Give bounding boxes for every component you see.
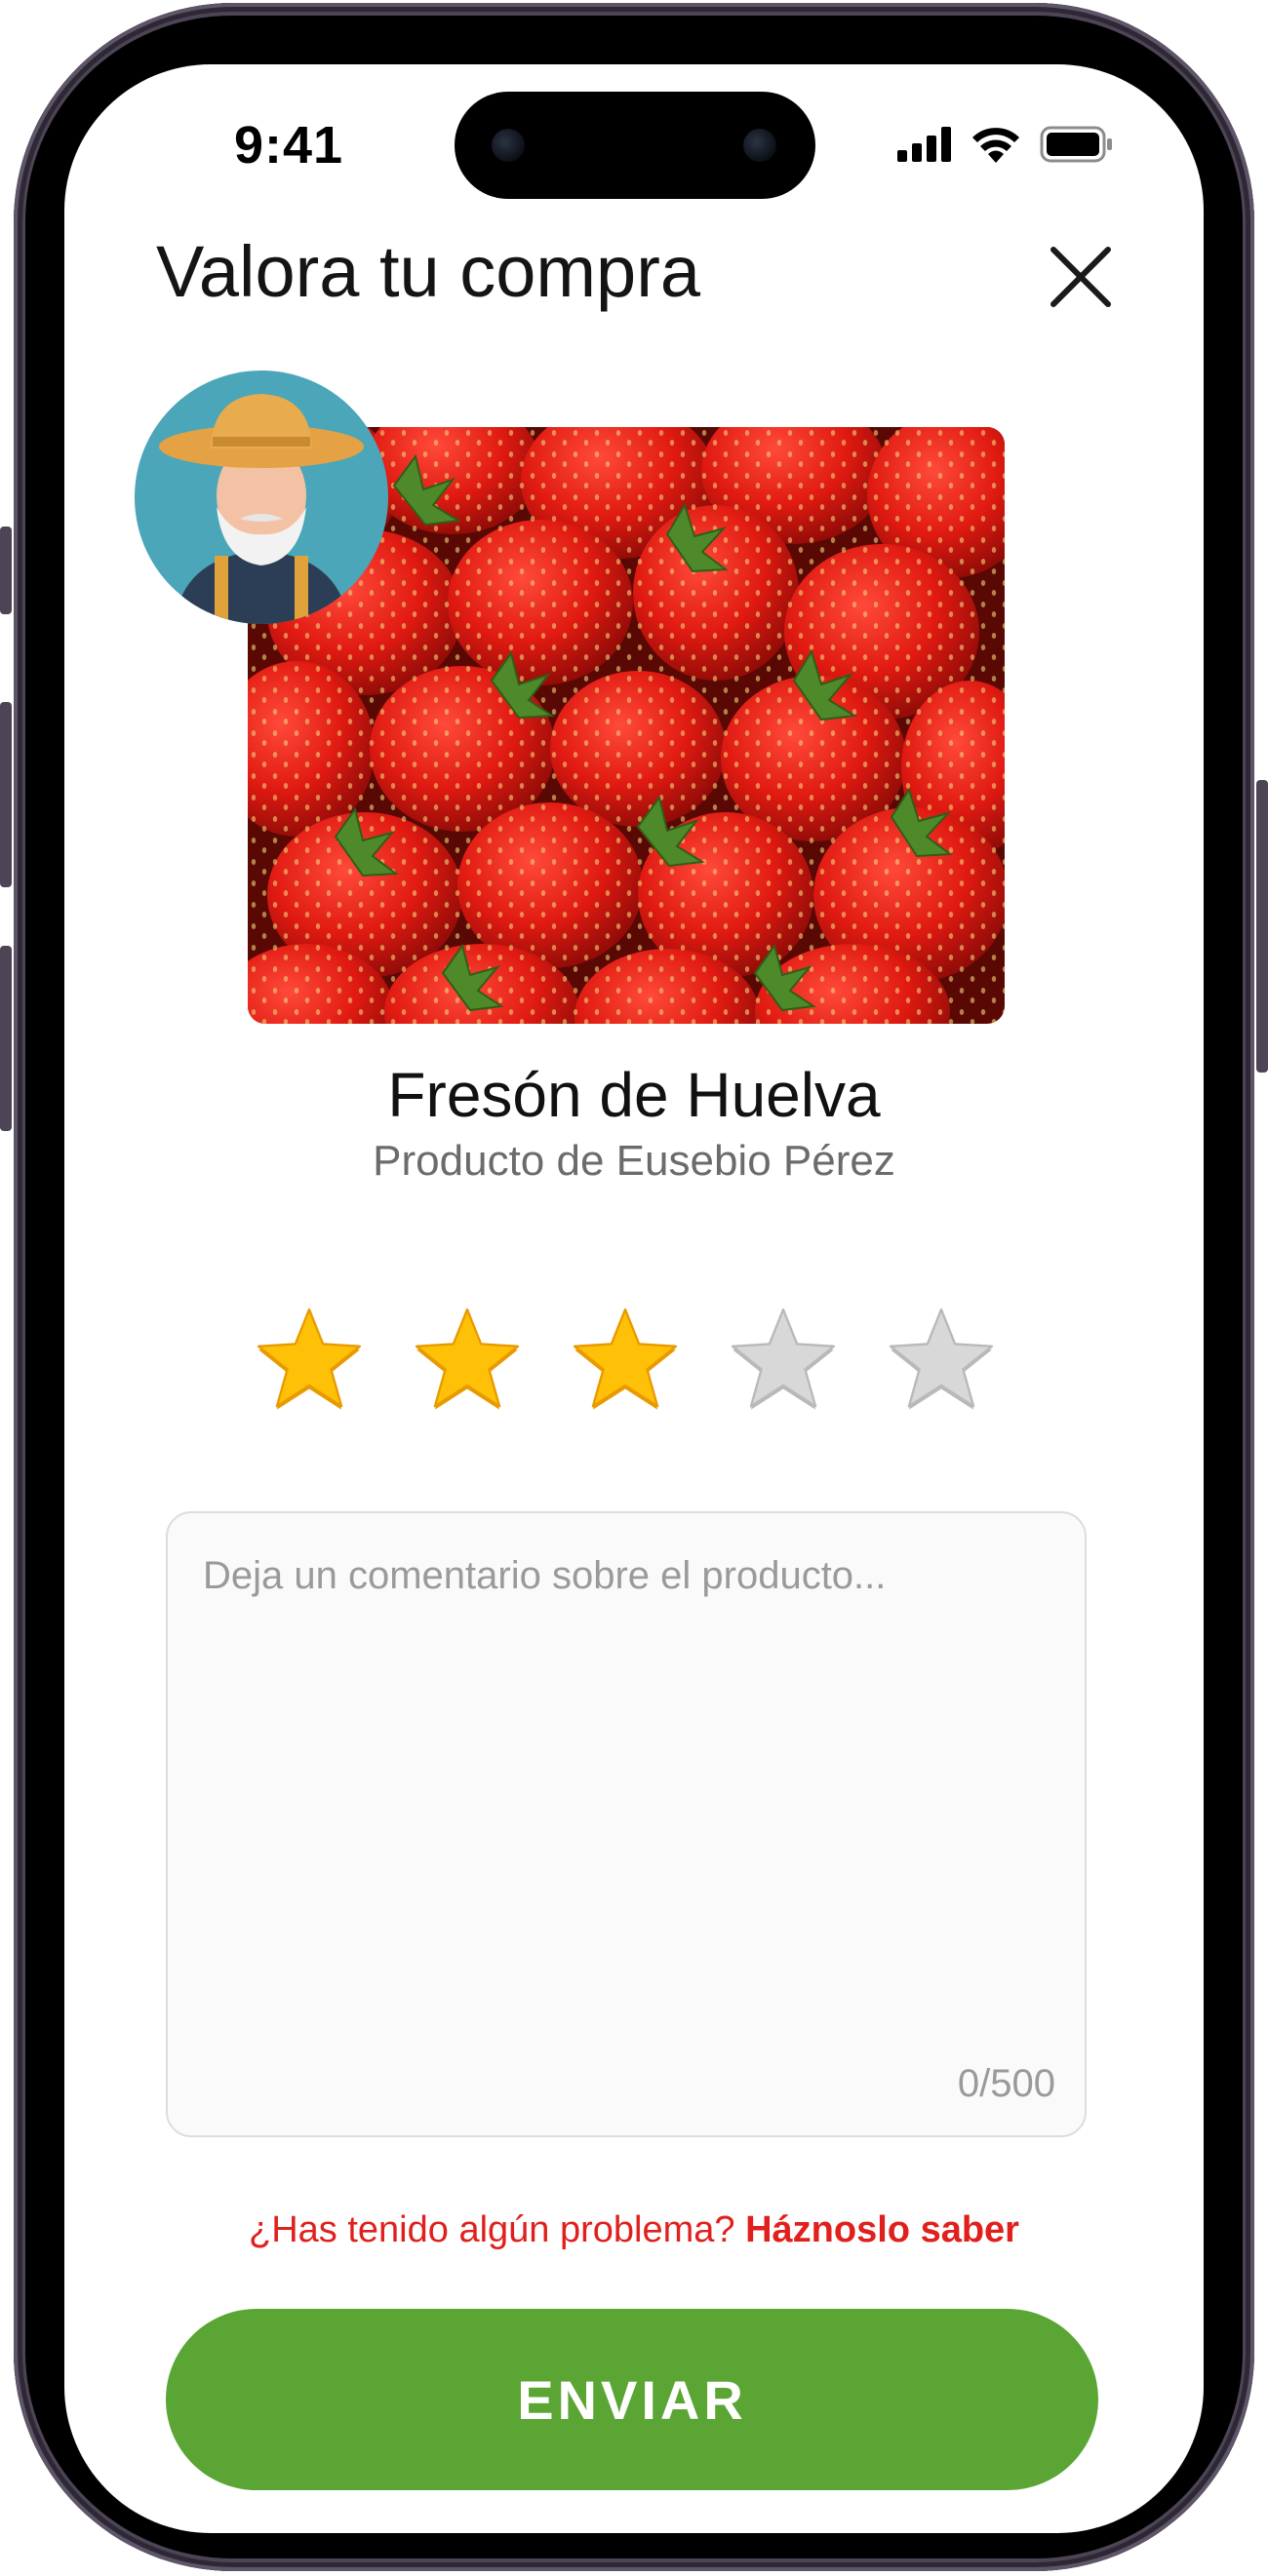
- camera-icon: [492, 129, 525, 162]
- dynamic-island: [455, 92, 815, 199]
- close-icon: [1050, 247, 1111, 307]
- star-2-icon[interactable]: [410, 1303, 525, 1418]
- screen: 9:41 Valora tu compra Fresón de Huelva P…: [64, 64, 1204, 2533]
- battery-icon: [1040, 126, 1112, 163]
- char-counter: 0/500: [957, 2062, 1055, 2105]
- problem-question: ¿Has tenido algún problema?: [249, 2209, 735, 2250]
- star-4-icon[interactable]: [726, 1303, 841, 1418]
- star-3-icon[interactable]: [568, 1303, 683, 1418]
- report-problem-link[interactable]: Háznoslo saber: [745, 2209, 1019, 2250]
- power-button: [1256, 780, 1268, 1073]
- close-button[interactable]: [1040, 236, 1122, 318]
- status-time: 9:41: [233, 116, 344, 175]
- sensor-icon: [743, 129, 776, 162]
- cellular-signal-icon: [897, 127, 951, 162]
- star-rating: [252, 1303, 1032, 1420]
- comment-input[interactable]: [201, 1552, 1053, 2044]
- send-button[interactable]: ENVIAR: [166, 2309, 1098, 2490]
- star-5-icon[interactable]: [884, 1303, 999, 1418]
- product-producer: Producto de Eusebio Pérez: [373, 1137, 895, 1185]
- page-title: Valora tu compra: [156, 231, 700, 312]
- producer-avatar: [135, 371, 388, 624]
- status-icons: [897, 125, 1114, 164]
- comment-box: 0/500: [166, 1511, 1087, 2137]
- star-1-icon[interactable]: [252, 1303, 367, 1418]
- product-name: Fresón de Huelva: [387, 1060, 881, 1130]
- action-button: [0, 527, 12, 614]
- problem-line: ¿Has tenido algún problema? Háznoslo sab…: [64, 2209, 1204, 2251]
- volume-down-button: [0, 946, 12, 1131]
- volume-up-button: [0, 702, 12, 887]
- wifi-icon: [972, 128, 1019, 163]
